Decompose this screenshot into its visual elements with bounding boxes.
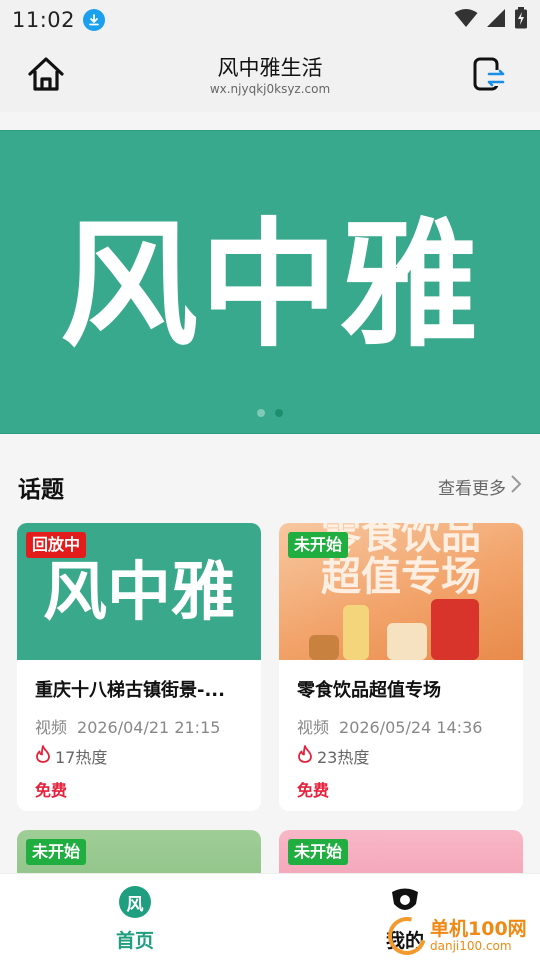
thumbnail-text: 超值专场 xyxy=(321,554,481,600)
product-image xyxy=(343,605,369,660)
page-url: wx.njyqkj0ksyz.com xyxy=(209,82,331,96)
heat-label: 23热度 xyxy=(317,748,370,767)
topics-header: 话题 查看更多 xyxy=(0,466,540,506)
wifi-icon xyxy=(454,8,478,32)
app-header: 风中雅生活 wx.njyqkj0ksyz.com xyxy=(0,40,540,112)
status-time: 11:02 xyxy=(12,8,76,32)
fire-icon xyxy=(297,745,313,767)
card-title: 零食饮品超值专场 xyxy=(297,680,441,701)
card-datetime: 2026/05/24 14:36 xyxy=(339,718,483,737)
banner-logo: 风中雅 xyxy=(59,205,480,366)
heat-label: 17热度 xyxy=(55,748,108,767)
fire-icon xyxy=(35,745,51,767)
view-more-link[interactable]: 查看更多 xyxy=(438,474,522,499)
card-datetime: 2026/04/21 21:15 xyxy=(77,718,221,737)
carousel-dot[interactable] xyxy=(257,409,265,417)
watermark-sub: danji100.com xyxy=(430,938,512,953)
section-title: 话题 xyxy=(18,477,64,503)
card-type: 视频 xyxy=(35,718,68,737)
watermark-logo-icon xyxy=(381,910,433,960)
topic-card[interactable]: 零食饮品 超值专场 未开始 零食饮品超值专场 视频 2026/05/24 14:3… xyxy=(279,523,523,811)
watermark: 单机100网 danji100.com xyxy=(381,910,538,960)
card-thumbnail: 风中雅 回放中 xyxy=(17,523,261,660)
product-image xyxy=(431,599,479,660)
switch-account-icon xyxy=(472,56,508,96)
topic-card[interactable]: 风中雅 回放中 重庆十八梯古镇街景-... 视频 2026/04/21 21:15… xyxy=(17,523,261,811)
status-badge: 未开始 xyxy=(288,839,349,865)
download-icon xyxy=(83,9,106,31)
tab-home[interactable]: 风 首页 xyxy=(75,886,195,953)
page-title: 风中雅生活 xyxy=(217,56,323,80)
status-badge: 未开始 xyxy=(288,532,349,558)
home-tab-icon: 风 xyxy=(119,886,151,918)
card-meta: 视频 2026/05/24 14:36 xyxy=(297,714,505,738)
chevron-right-icon xyxy=(510,474,522,499)
status-badge: 回放中 xyxy=(26,532,87,558)
card-title: 重庆十八梯古镇街景-... xyxy=(35,680,225,701)
watermark-main: 单机100网 xyxy=(430,917,527,940)
product-image xyxy=(309,635,339,660)
status-indicators xyxy=(454,7,528,33)
card-heat: 17热度 xyxy=(35,744,243,768)
battery-charging-icon xyxy=(514,7,528,33)
card-price: 免费 xyxy=(297,781,330,800)
switch-account-button[interactable] xyxy=(468,54,512,98)
view-more-label: 查看更多 xyxy=(438,479,506,499)
carousel-dot-active[interactable] xyxy=(275,409,283,417)
banner-carousel[interactable]: 风中雅 xyxy=(0,130,540,434)
status-bar: 11:02 xyxy=(0,0,540,40)
card-thumbnail: 零食饮品 超值专场 未开始 xyxy=(279,523,523,660)
carousel-indicator xyxy=(0,409,540,417)
status-badge: 未开始 xyxy=(26,839,87,865)
card-price: 免费 xyxy=(35,781,68,800)
tab-home-label: 首页 xyxy=(115,930,154,952)
thumbnail-logo: 风中雅 xyxy=(43,556,235,630)
signal-icon xyxy=(486,8,506,32)
product-image xyxy=(387,623,427,660)
card-heat: 23热度 xyxy=(297,744,505,768)
card-type: 视频 xyxy=(297,718,330,737)
card-meta: 视频 2026/04/21 21:15 xyxy=(35,714,243,738)
